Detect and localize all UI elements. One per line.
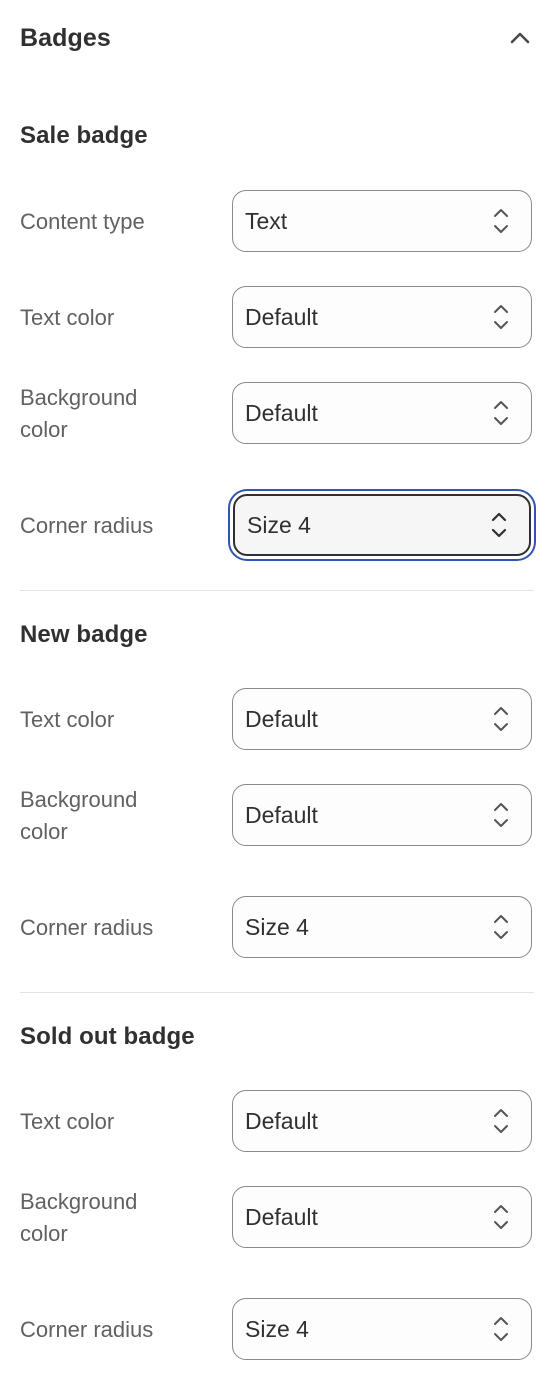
label-line: color <box>20 819 68 844</box>
section-title-sale-badge: Sale badge <box>20 122 148 149</box>
select-sale-background-color[interactable]: Default <box>232 382 532 444</box>
select-value: Size 4 <box>247 511 311 538</box>
section-divider <box>20 992 534 993</box>
select-value: Size 4 <box>245 1315 309 1342</box>
select-value: Default <box>245 705 318 732</box>
select-arrows-icon <box>491 398 511 428</box>
select-value: Default <box>245 801 318 828</box>
select-new-text-color[interactable]: Default <box>232 688 532 750</box>
label-text-color: Text color <box>20 305 115 330</box>
collapse-button[interactable] <box>498 16 542 60</box>
select-value: Default <box>245 1107 318 1134</box>
select-arrows-icon <box>489 510 509 540</box>
badges-settings-panel: Badges Sale badge Content type Text Text… <box>0 0 560 1380</box>
select-arrows-icon <box>491 1106 511 1136</box>
section-divider <box>20 590 534 591</box>
select-sold-out-corner-radius[interactable]: Size 4 <box>232 1298 532 1360</box>
select-new-background-color[interactable]: Default <box>232 784 532 846</box>
label-line: color <box>20 417 68 442</box>
select-arrows-icon <box>491 1202 511 1232</box>
select-arrows-icon <box>491 800 511 830</box>
label-line: Background <box>20 1189 138 1214</box>
select-sale-text-color[interactable]: Default <box>232 286 532 348</box>
select-sale-content-type[interactable]: Text <box>232 190 532 252</box>
label-background-color: Background color <box>20 784 210 848</box>
select-sold-out-text-color[interactable]: Default <box>232 1090 532 1152</box>
select-arrows-icon <box>491 912 511 942</box>
chevron-up-icon <box>510 32 530 44</box>
select-arrows-icon <box>491 704 511 734</box>
select-sold-out-background-color[interactable]: Default <box>232 1186 532 1248</box>
select-value: Size 4 <box>245 913 309 940</box>
label-corner-radius: Corner radius <box>20 915 154 940</box>
label-line: color <box>20 1221 68 1246</box>
panel-title: Badges <box>20 23 111 52</box>
label-line: Background <box>20 787 138 812</box>
select-new-corner-radius[interactable]: Size 4 <box>232 896 532 958</box>
select-value: Default <box>245 1203 318 1230</box>
label-text-color: Text color <box>20 1109 115 1134</box>
label-content-type: Content type <box>20 209 145 234</box>
panel-header: Badges <box>20 14 540 62</box>
label-background-color: Background color <box>20 382 210 446</box>
select-sale-corner-radius[interactable]: Size 4 <box>233 494 531 556</box>
select-arrows-icon <box>491 206 511 236</box>
label-line: Background <box>20 385 138 410</box>
select-value: Default <box>245 303 318 330</box>
select-value: Text <box>245 207 288 234</box>
label-corner-radius: Corner radius <box>20 1317 154 1342</box>
label-background-color: Background color <box>20 1186 210 1250</box>
section-title-sold-out-badge: Sold out badge <box>20 1023 195 1050</box>
label-text-color: Text color <box>20 707 115 732</box>
select-arrows-icon <box>491 1314 511 1344</box>
label-corner-radius: Corner radius <box>20 513 154 538</box>
section-title-new-badge: New badge <box>20 621 148 648</box>
select-value: Default <box>245 399 318 426</box>
select-arrows-icon <box>491 302 511 332</box>
